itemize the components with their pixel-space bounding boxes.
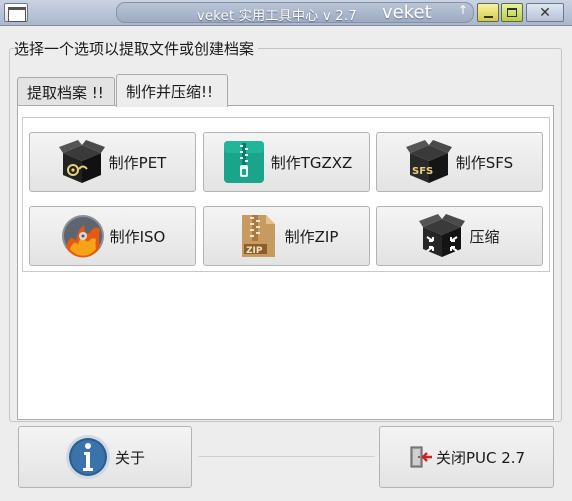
title-brand: veket — [382, 2, 432, 23]
info-icon — [65, 434, 111, 480]
minimize-icon — [483, 15, 493, 18]
title-bar[interactable]: veket 实用工具中心 v 2.7 veket ↑ ✕ — [0, 0, 572, 26]
make-iso-label: 制作ISO — [109, 227, 166, 246]
close-puc-button[interactable]: 关闭PUC 2.7 — [379, 426, 554, 488]
exit-door-icon — [408, 444, 434, 470]
disc-flame-icon — [60, 213, 106, 259]
tab-extract-label: 提取档案 !! — [27, 83, 104, 102]
footer-separator — [198, 456, 374, 457]
make-sfs-button[interactable]: SFS 制作SFS — [376, 132, 543, 192]
zip-file-icon: ZIP — [235, 213, 281, 259]
shade-arrow-icon[interactable]: ↑ — [458, 3, 468, 17]
maximize-button[interactable] — [501, 3, 523, 22]
make-zip-button[interactable]: ZIP 制作ZIP — [203, 206, 370, 266]
close-window-button[interactable]: ✕ — [526, 3, 564, 22]
about-button[interactable]: 关于 — [18, 426, 192, 488]
svg-text:SFS: SFS — [412, 166, 433, 177]
box-pet-icon — [58, 139, 105, 185]
minimize-button[interactable] — [477, 3, 499, 22]
svg-text:ZIP: ZIP — [246, 246, 263, 256]
box-sfs-icon: SFS — [405, 139, 452, 185]
window-menu-icon[interactable] — [4, 3, 28, 22]
frame-label: 选择一个选项以提取文件或创建档案 — [14, 38, 259, 59]
compress-button[interactable]: 压缩 — [376, 206, 543, 266]
maximize-icon — [507, 8, 517, 17]
zipper-file-icon — [221, 139, 267, 185]
about-label: 关于 — [114, 448, 145, 467]
tab-create-compress-label: 制作并压缩!! — [126, 82, 214, 101]
compress-label: 压缩 — [469, 227, 500, 246]
tab-extract[interactable]: 提取档案 !! — [17, 77, 115, 106]
make-zip-label: 制作ZIP — [284, 227, 339, 246]
make-tgzxz-button[interactable]: 制作TGZXZ — [203, 132, 370, 192]
make-pet-label: 制作PET — [108, 153, 167, 172]
make-iso-button[interactable]: 制作ISO — [29, 206, 196, 266]
tab-create-compress[interactable]: 制作并压缩!! — [116, 74, 228, 107]
close-puc-label: 关闭PUC 2.7 — [435, 448, 526, 467]
close-icon: ✕ — [539, 4, 551, 21]
compress-box-icon — [419, 213, 466, 259]
make-sfs-label: 制作SFS — [455, 153, 514, 172]
make-tgzxz-label: 制作TGZXZ — [270, 153, 353, 172]
make-pet-button[interactable]: 制作PET — [29, 132, 196, 192]
